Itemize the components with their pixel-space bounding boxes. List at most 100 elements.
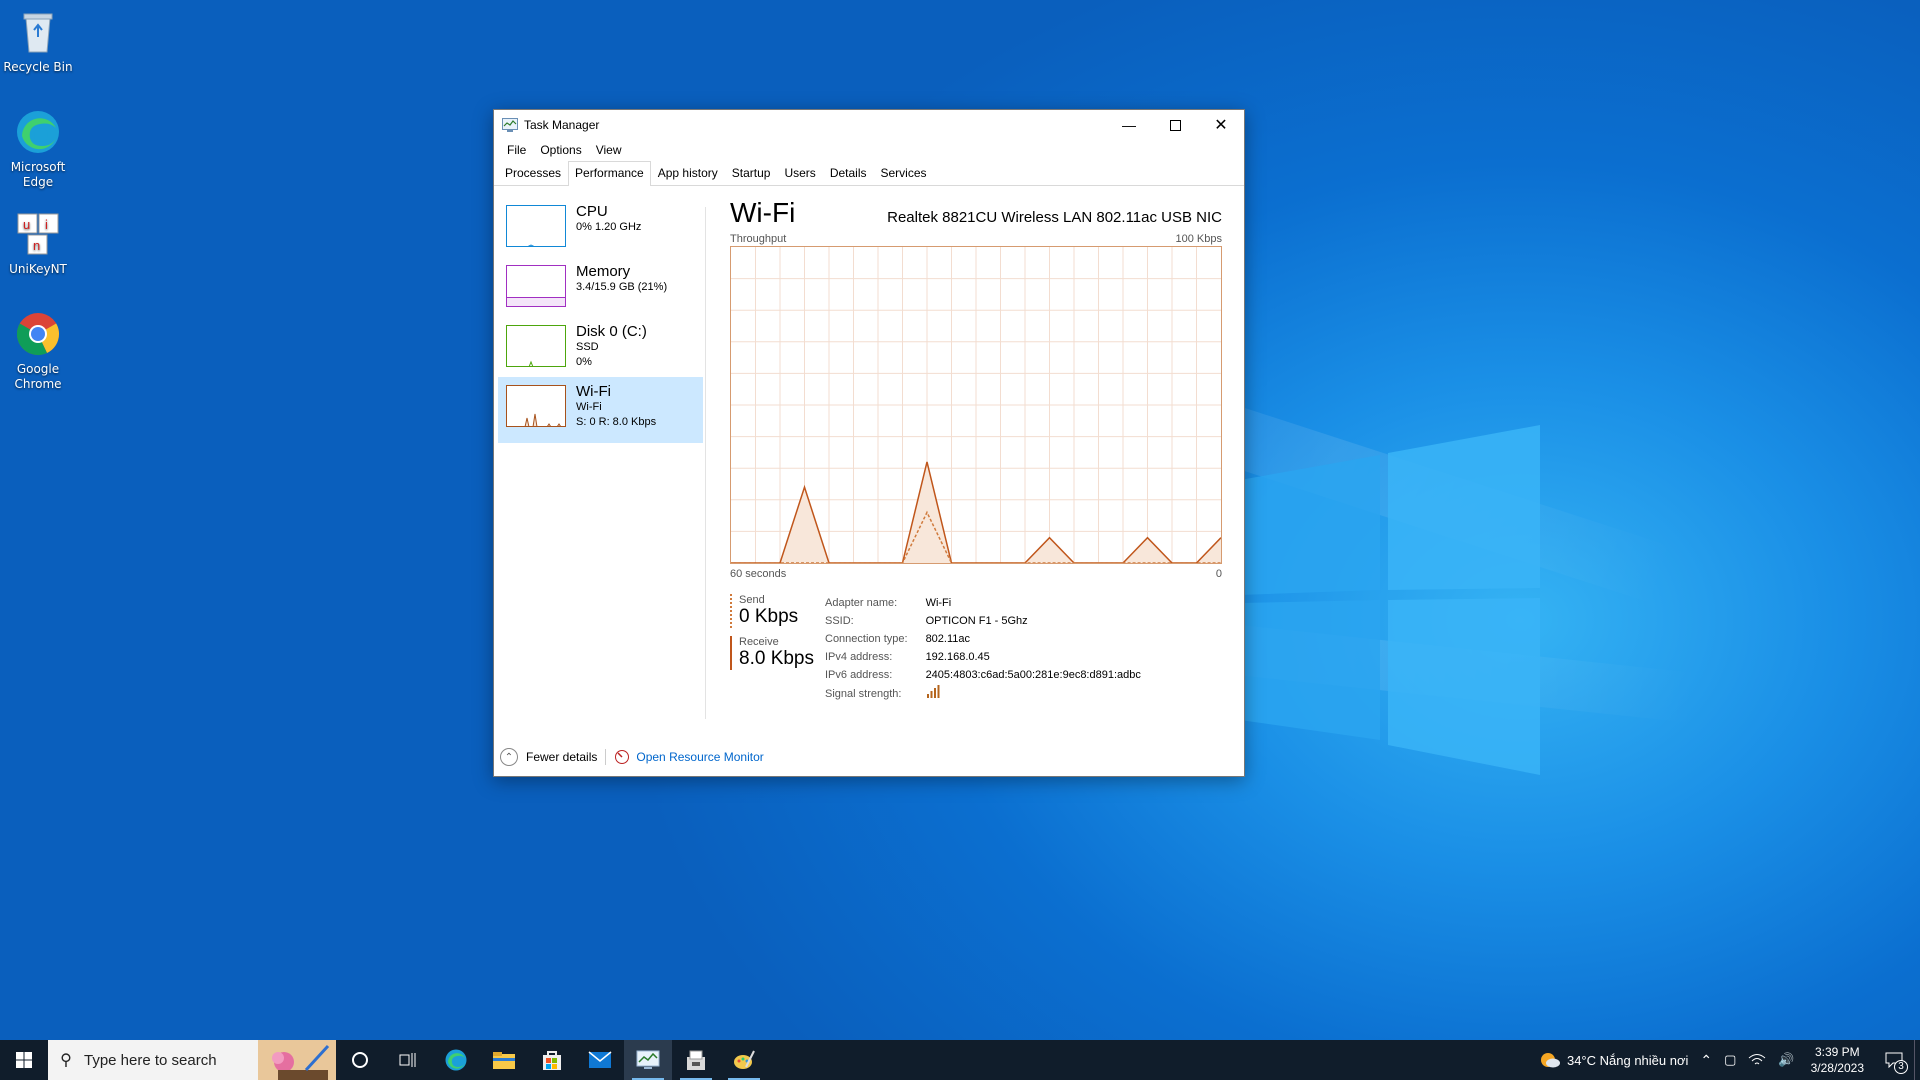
close-icon: ✕: [1214, 117, 1228, 134]
detail-key: Adapter name:: [825, 597, 898, 609]
minimize-button[interactable]: —: [1106, 110, 1152, 140]
adapter-details: Adapter name: Wi-Fi SSID: OPTICON F1 - 5Gh…: [825, 594, 1141, 704]
task-view-icon: [399, 1053, 416, 1067]
graph-ymax-label: 100 Kbps: [1175, 233, 1222, 245]
send-value: 0 Kbps: [739, 606, 799, 627]
footer-divider: [605, 749, 607, 765]
task-manager-icon: [636, 1050, 660, 1069]
desktop-icon-edge[interactable]: Microsoft Edge: [2, 108, 74, 190]
search-icon: ⚲: [60, 1052, 72, 1069]
edge-icon: [445, 1049, 467, 1071]
chevron-up-icon[interactable]: ⌃: [1694, 1052, 1718, 1069]
taskbar-store[interactable]: [528, 1040, 576, 1080]
paint-icon: [734, 1050, 755, 1069]
windows-logo-wallpaper: [1240, 425, 1540, 775]
task-manager-window: Task Manager — ✕ File Options View Proce…: [493, 109, 1245, 777]
detail-row: Signal strength:: [825, 684, 1141, 704]
task-view-button[interactable]: [384, 1040, 432, 1080]
tab-processes[interactable]: Processes: [498, 161, 568, 185]
fewer-details-link[interactable]: Fewer details: [526, 750, 597, 764]
meet-now-icon[interactable]: ▢: [1718, 1052, 1742, 1068]
cpu-mini-graph: [506, 205, 566, 247]
maximize-button[interactable]: [1152, 110, 1198, 140]
network-wifi-icon[interactable]: [1748, 1053, 1766, 1067]
sidebar-item-detail: 3.4/15.9 GB (21%): [576, 281, 668, 293]
weather-sun-cloud-icon[interactable]: [1539, 1051, 1561, 1069]
resource-sidebar: CPU 0% 1.20 GHz Memory 3.4/15.9 GB (21%): [498, 197, 703, 443]
sidebar-item-detail: S: 0 R: 8.0 Kbps: [576, 416, 657, 428]
show-desktop-button[interactable]: [1914, 1040, 1920, 1080]
taskbar-mail[interactable]: [576, 1040, 624, 1080]
tab-users[interactable]: Users: [777, 161, 822, 185]
menu-view[interactable]: View: [589, 143, 629, 157]
volume-icon[interactable]: 🔊: [1772, 1052, 1800, 1068]
tab-details[interactable]: Details: [823, 161, 874, 185]
clock-time: 3:39 PM: [1814, 1045, 1860, 1059]
notification-center-button[interactable]: 3: [1874, 1040, 1914, 1080]
detail-key: IPv6 address:: [825, 669, 893, 681]
taskbar-search-box[interactable]: ⚲ Type here to search: [48, 1040, 336, 1080]
throughput-chart: [731, 247, 1221, 563]
taskbar: ⚲ Type here to search 34°C Nắng nhiều nơ…: [0, 1040, 1920, 1080]
menu-file[interactable]: File: [500, 143, 533, 157]
tab-services[interactable]: Services: [874, 161, 934, 185]
sidebar-item-disk[interactable]: Disk 0 (C:) SSD 0%: [498, 317, 703, 377]
folder-icon: [493, 1052, 515, 1069]
adapter-name-header: Realtek 8821CU Wireless LAN 802.11ac USB…: [887, 209, 1222, 226]
detail-value: 2405:4803:c6ad:5a00:281e:9ec8:d891:adbc: [925, 669, 1141, 681]
tab-app-history[interactable]: App history: [651, 161, 725, 185]
sidebar-item-detail: SSD: [576, 341, 599, 353]
wifi-mini-graph: [506, 385, 566, 427]
detail-row: SSID: OPTICON F1 - 5Ghz: [825, 612, 1141, 630]
search-placeholder: Type here to search: [84, 1051, 217, 1069]
menu-options[interactable]: Options: [533, 143, 588, 157]
sidebar-item-memory[interactable]: Memory 3.4/15.9 GB (21%): [498, 257, 703, 317]
detail-key: IPv4 address:: [825, 651, 893, 663]
taskbar-snipping-tool[interactable]: [720, 1040, 768, 1080]
taskbar-app-installer[interactable]: [672, 1040, 720, 1080]
send-label: Send: [739, 594, 765, 606]
taskbar-clock[interactable]: 3:39 PM 3/28/2023: [1801, 1044, 1874, 1076]
cortana-button[interactable]: [336, 1040, 384, 1080]
desktop-icon-label: Recycle Bin: [3, 60, 73, 74]
tab-performance[interactable]: Performance: [568, 161, 651, 186]
svg-text:n: n: [33, 238, 40, 253]
taskbar-task-manager[interactable]: [624, 1040, 672, 1080]
start-button[interactable]: [0, 1040, 48, 1080]
disk-mini-graph: [506, 325, 566, 367]
sidebar-item-label: CPU: [576, 203, 608, 220]
title-bar[interactable]: Task Manager — ✕: [494, 110, 1244, 140]
chrome-icon: [14, 310, 62, 358]
desktop-icon-label: Google Chrome: [14, 362, 62, 391]
sidebar-item-label: Wi-Fi: [576, 383, 611, 400]
open-resource-monitor-link[interactable]: Open Resource Monitor: [636, 750, 763, 764]
signal-strength-icon: [926, 685, 940, 698]
detail-row: Adapter name: Wi-Fi: [825, 594, 1141, 612]
sidebar-item-label: Disk 0 (C:): [576, 323, 647, 340]
footer-bar: ⌃ Fewer details Open Resource Monitor: [500, 748, 764, 766]
tab-startup[interactable]: Startup: [725, 161, 778, 185]
chevron-up-icon[interactable]: ⌃: [500, 748, 518, 766]
svg-text:u: u: [23, 217, 30, 232]
sidebar-item-wifi[interactable]: Wi-Fi Wi-Fi S: 0 R: 8.0 Kbps: [498, 377, 703, 443]
desktop-icon-recycle-bin[interactable]: Recycle Bin: [2, 8, 74, 75]
sidebar-item-cpu[interactable]: CPU 0% 1.20 GHz: [498, 197, 703, 257]
desktop-icon-unikey[interactable]: uin UniKeyNT: [2, 210, 74, 277]
taskbar-file-explorer[interactable]: [480, 1040, 528, 1080]
detail-value: 802.11ac: [925, 633, 971, 645]
taskbar-edge[interactable]: [432, 1040, 480, 1080]
close-button[interactable]: ✕: [1198, 110, 1244, 140]
desktop-icon-label: UniKeyNT: [9, 262, 67, 276]
detail-value: [926, 684, 1141, 704]
weather-text[interactable]: 34°C Nắng nhiều nơi: [1561, 1053, 1694, 1068]
wifi-detail-panel: Wi-Fi Realtek 8821CU Wireless LAN 802.11…: [730, 197, 1222, 704]
edge-icon: [14, 108, 62, 156]
sidebar-item-label: Memory: [576, 263, 631, 280]
resource-monitor-icon: [615, 750, 630, 764]
minimize-icon: —: [1122, 117, 1136, 133]
detail-row: IPv4 address: 192.168.0.45: [825, 648, 1141, 666]
tab-strip: Processes Performance App history Startu…: [494, 160, 1244, 186]
svg-text:i: i: [45, 217, 48, 232]
sidebar-item-detail: 0% 1.20 GHz: [576, 221, 642, 233]
desktop-icon-chrome[interactable]: Google Chrome: [2, 310, 74, 392]
